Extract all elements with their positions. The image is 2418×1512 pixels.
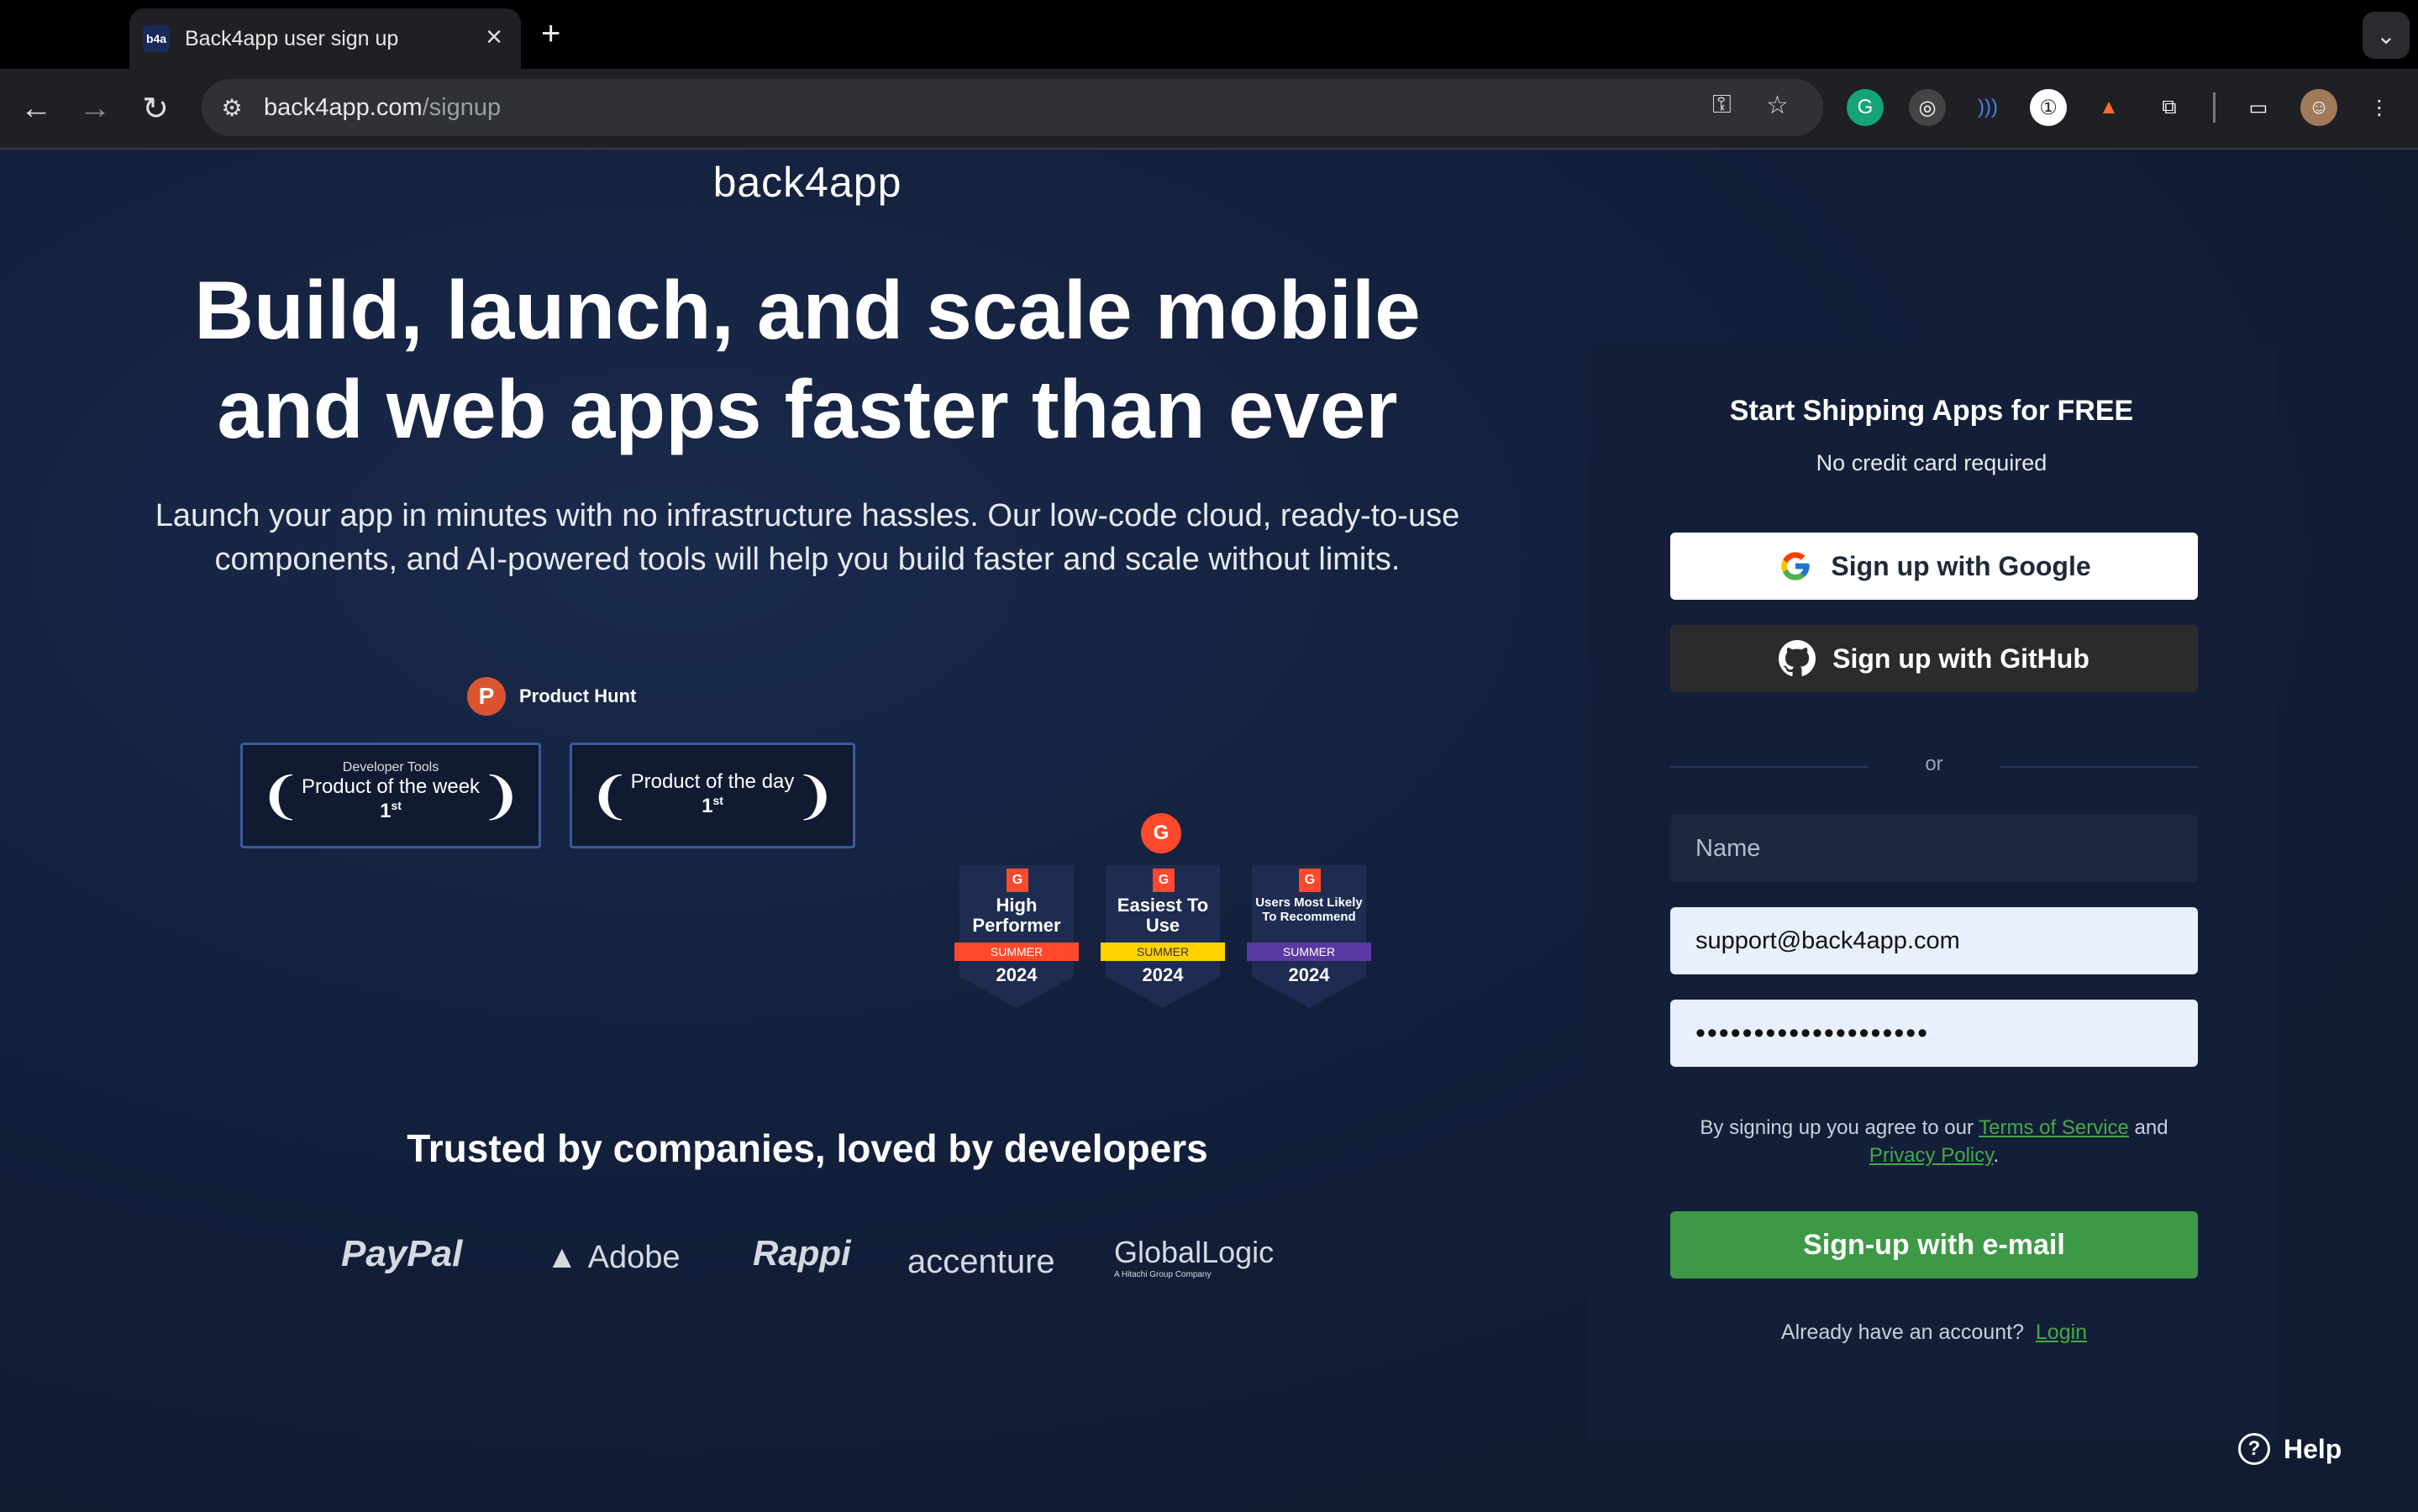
badge-season: SUMMER [954, 942, 1079, 961]
rank-suffix: st [712, 794, 723, 807]
badge-season: SUMMER [1247, 942, 1371, 961]
new-tab-icon[interactable]: + [541, 15, 560, 52]
github-signup-button[interactable]: Sign up with GitHub [1670, 625, 2198, 692]
accenture-logo: accenture [907, 1243, 1055, 1280]
g2-logo-icon: G [1141, 813, 1181, 853]
producthunt-icon: P [467, 677, 506, 716]
chrome-menu-icon[interactable]: ⋮ [2361, 89, 2398, 126]
terms-of-service-link[interactable]: Terms of Service [1979, 1116, 2129, 1139]
adobe-wordmark: Adobe [587, 1240, 681, 1275]
grammarly-extension-icon[interactable]: G [1847, 89, 1884, 126]
g2-badge-users-recommend: G Users Most Likely To Recommend SUMMER … [1247, 865, 1371, 1008]
google-signup-button[interactable]: Sign up with Google [1670, 533, 2198, 600]
badge-title: High Performer [972, 895, 1061, 936]
github-button-label: Sign up with GitHub [1832, 643, 2089, 674]
producthunt-label: Product Hunt [519, 685, 637, 706]
reload-icon[interactable]: ↻ [134, 87, 176, 129]
url-path: /signup [422, 93, 502, 121]
g2-mark-icon: G [1007, 869, 1028, 892]
password-key-icon[interactable]: ⚿ [1712, 91, 1732, 119]
laurel-left-icon: ❨ [260, 768, 302, 824]
rank-suffix: st [391, 799, 402, 812]
laurel-left-icon: ❨ [589, 768, 632, 824]
tab-title: Back4app user sign up [185, 26, 399, 50]
active-tab[interactable]: b4a Back4app user sign up × [129, 8, 521, 69]
or-divider-label: or [1925, 753, 1943, 775]
hero-headline: Build, launch, and scale mobile and web … [194, 264, 1421, 455]
badge-year: 2024 [1288, 964, 1330, 985]
terms-notice: By signing up you agree to our Terms of … [1670, 1114, 2198, 1169]
close-tab-icon[interactable]: × [486, 22, 502, 52]
divider-left [1670, 766, 1869, 768]
signup-subtitle: No credit card required [1816, 450, 2047, 475]
tab-favicon-icon: b4a [143, 25, 170, 52]
login-prompt: Already have an account? Login [1670, 1320, 2198, 1345]
email-signup-button[interactable]: Sign-up with e-mail [1670, 1211, 2198, 1278]
help-label: Help [2284, 1433, 2342, 1464]
google-button-label: Sign up with Google [1831, 550, 2091, 581]
bookmark-star-icon[interactable]: ☆ [1766, 91, 1789, 120]
paypal-logo: PayPal [341, 1233, 463, 1274]
badge-season: SUMMER [1101, 942, 1225, 961]
adobe-icon: ▲ [546, 1240, 578, 1275]
profile-avatar[interactable]: ☺ [2300, 89, 2337, 126]
hero-subtext: Launch your app in minutes with no infra… [155, 498, 1460, 577]
terms-end: . [1993, 1144, 2000, 1167]
tab-strip: b4a Back4app user sign up × + ⌄ [0, 0, 2418, 69]
name-field[interactable] [1670, 815, 2198, 882]
github-icon [1779, 640, 1816, 677]
url-host: back4app.com [264, 93, 423, 121]
brand-logo[interactable]: back4app [0, 158, 1615, 207]
rank-number: 1 [702, 795, 713, 817]
trusted-heading: Trusted by companies, loved by developer… [407, 1126, 1208, 1170]
extensions-puzzle-icon[interactable]: ⧉ [2151, 89, 2188, 126]
address-bar[interactable]: ⚙ back4app.com/signup ⚿ ☆ [202, 79, 1823, 136]
globallogic-wordmark: GlobalLogic [1114, 1235, 1275, 1269]
login-prefix: Already have an account? [1780, 1320, 2024, 1344]
laurel-right-icon: ❩ [479, 768, 522, 824]
globallogic-tagline: A Hitachi Group Company [1114, 1270, 1212, 1279]
rappi-logo: Rappi [753, 1233, 851, 1273]
globallogic-logo: GlobalLogic A Hitachi Group Company [1114, 1235, 1274, 1279]
back-icon[interactable]: ← [15, 87, 57, 129]
producthunt-logo: P Product Hunt [467, 677, 636, 716]
g2-badge-easiest-to-use: G Easiest To Use SUMMER 2024 [1101, 865, 1225, 1008]
password-field[interactable] [1670, 1000, 2198, 1067]
g2-badge-high-performer: G High Performer SUMMER 2024 [954, 865, 1079, 1008]
adobe-logo: ▲ Adobe [546, 1240, 681, 1276]
divider-right [2000, 766, 2198, 768]
screenshot-extension-icon[interactable]: ◎ [1909, 89, 1946, 126]
help-question-icon: ? [2238, 1433, 2270, 1465]
email-field[interactable] [1670, 907, 2198, 974]
cast-icon[interactable]: ▭ [2240, 89, 2277, 126]
login-link[interactable]: Login [2036, 1320, 2087, 1344]
badge-title: Easiest To Use [1117, 895, 1209, 936]
toolbar-separator [2213, 92, 2216, 123]
producthunt-badge-week: ❨ ❩ Developer Tools Product of the week … [240, 743, 541, 848]
terms-and: and [2128, 1116, 2168, 1139]
browser-toolbar: ← → ↻ ⚙ back4app.com/signup ⚿ ☆ G ◎ ))) … [0, 69, 2418, 150]
badge-title: Users Most Likely To Recommend [1255, 895, 1363, 924]
extension-icon[interactable]: ▲ [2090, 89, 2127, 126]
g2-mark-icon: G [1153, 869, 1175, 892]
tab-search-icon[interactable]: ⌄ [2363, 12, 2410, 59]
producthunt-badge-day: ❨ ❩ Product of the day 1st [570, 743, 855, 848]
help-button[interactable]: ? Help [2238, 1433, 2342, 1465]
onepassword-extension-icon[interactable]: ① [2030, 89, 2067, 126]
site-info-icon[interactable]: ⚙ [217, 92, 247, 123]
google-icon [1777, 548, 1814, 585]
laurel-right-icon: ❩ [793, 768, 836, 824]
rank-number: 1 [380, 800, 392, 822]
readaloud-extension-icon[interactable]: ))) [1969, 89, 2006, 126]
privacy-policy-link[interactable]: Privacy Policy [1869, 1144, 1994, 1167]
url-text: back4app.com/signup [264, 94, 501, 122]
badge-year: 2024 [996, 964, 1038, 985]
g2-mark-icon: G [1299, 869, 1321, 892]
badge-year: 2024 [1142, 964, 1184, 985]
signup-title: Start Shipping Apps for FREE [1729, 395, 2134, 427]
forward-icon[interactable]: → [74, 87, 116, 129]
terms-prefix: By signing up you agree to our [1700, 1116, 1979, 1139]
